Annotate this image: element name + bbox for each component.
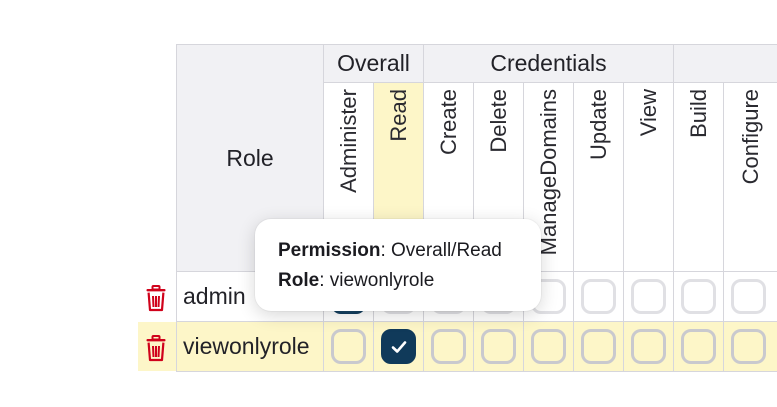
permissions-matrix: Overall Credentials Role Administer Read… <box>0 0 777 407</box>
permission-checkbox[interactable] <box>681 279 716 314</box>
permission-header-build: Build <box>674 83 724 272</box>
permission-header-view: View <box>624 83 674 272</box>
permission-header-label: View <box>635 89 661 137</box>
permission-tooltip: Permission: Overall/Read Role: viewonlyr… <box>255 219 541 311</box>
role-name: viewonlyrole <box>183 333 310 359</box>
permission-cell <box>724 272 777 322</box>
permission-header-label: Read <box>385 89 411 142</box>
permission-cell <box>574 322 624 372</box>
trash-icon[interactable] <box>144 333 168 363</box>
checkmark-icon <box>391 341 407 353</box>
permission-cell <box>724 322 777 372</box>
permission-checkbox[interactable] <box>481 329 516 364</box>
permission-checkbox[interactable] <box>331 329 366 364</box>
permission-header-label: Build <box>685 89 711 138</box>
permission-checkbox[interactable] <box>381 329 416 364</box>
permission-checkbox[interactable] <box>581 279 616 314</box>
permission-checkbox[interactable] <box>531 329 566 364</box>
tooltip-role-label: Role <box>278 270 320 291</box>
permission-checkbox[interactable] <box>681 329 716 364</box>
permission-header-label: Update <box>585 89 611 160</box>
group-header-credentials: Credentials <box>424 44 674 83</box>
role-name: admin <box>183 283 246 309</box>
permission-checkbox[interactable] <box>631 279 666 314</box>
group-header-next <box>674 44 777 83</box>
permission-checkbox[interactable] <box>731 329 766 364</box>
permission-cell <box>374 322 424 372</box>
permission-cell <box>474 322 524 372</box>
permission-checkbox[interactable] <box>581 329 616 364</box>
permission-cell <box>674 322 724 372</box>
group-header-overall: Overall <box>324 44 424 83</box>
permission-header-label: Delete <box>485 89 511 153</box>
permission-header-label: Administer <box>335 89 361 193</box>
trash-icon[interactable] <box>144 283 168 313</box>
tooltip-role-line: Role: viewonlyrole <box>278 267 541 297</box>
permission-header-label: Create <box>435 89 461 156</box>
permission-cell <box>624 272 674 322</box>
permission-cell <box>324 322 374 372</box>
tooltip-permission-line: Permission: Overall/Read <box>278 237 541 267</box>
group-header-label: Credentials <box>490 50 607 76</box>
permission-cell <box>424 322 474 372</box>
permission-cell <box>524 322 574 372</box>
permission-checkbox[interactable] <box>431 329 466 364</box>
permission-cell <box>624 322 674 372</box>
permission-header-update: Update <box>574 83 624 272</box>
permission-header-configure: Configure <box>724 83 777 272</box>
permission-checkbox[interactable] <box>731 279 766 314</box>
role-name-cell: viewonlyrole <box>176 322 324 372</box>
tooltip-permission-value: : Overall/Read <box>380 240 502 261</box>
group-header-label: Overall <box>337 50 410 76</box>
role-header-label: Role <box>226 144 274 171</box>
permission-cell <box>674 272 724 322</box>
tooltip-permission-label: Permission <box>278 240 381 261</box>
permission-header-label: Configure <box>737 89 763 185</box>
permission-cell <box>574 272 624 322</box>
permission-checkbox[interactable] <box>631 329 666 364</box>
tooltip-role-value: : viewonlyrole <box>319 270 435 291</box>
permission-header-label: ManageDomains <box>535 89 561 256</box>
